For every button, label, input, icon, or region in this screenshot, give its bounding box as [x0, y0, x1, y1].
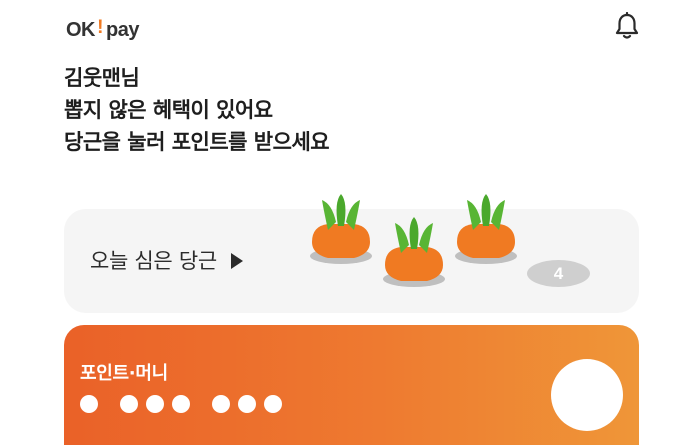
greeting-benefit-line: 뽑지 않은 혜택이 있어요	[64, 98, 273, 122]
today-carrot-link[interactable]: 오늘 심은 당근	[90, 245, 243, 275]
greeting-instruction-line: 당근을 눌러 포인트를 받으세요	[64, 130, 330, 154]
logo-pay-text: pay	[106, 19, 139, 41]
logo-ok-text: OK	[66, 19, 96, 41]
today-carrot-label: 오늘 심은 당근	[90, 249, 217, 273]
points-action-button[interactable]	[551, 359, 623, 431]
triangle-right-icon	[230, 253, 243, 269]
carrot-icon[interactable]	[379, 213, 449, 309]
greeting-message: 김웃맨님 뽑지 않은 혜택이 있어요 당근을 눌러 포인트를 받으세요	[64, 62, 664, 158]
greeting-username: 김웃맨님	[64, 66, 140, 90]
logo-exclamation: !	[97, 17, 103, 38]
carrot-icon[interactable]	[451, 190, 521, 286]
points-money-label: 포인트·머니	[80, 363, 168, 384]
points-balance-masked	[80, 395, 282, 413]
points-money-card[interactable]: 포인트·머니	[64, 325, 639, 445]
carrot-icon[interactable]	[306, 190, 376, 286]
remaining-carrot-count: 4	[527, 260, 590, 287]
top-header: OK! pay	[0, 0, 700, 56]
bell-icon[interactable]	[614, 12, 640, 40]
okpay-logo[interactable]: OK! pay	[66, 14, 139, 42]
